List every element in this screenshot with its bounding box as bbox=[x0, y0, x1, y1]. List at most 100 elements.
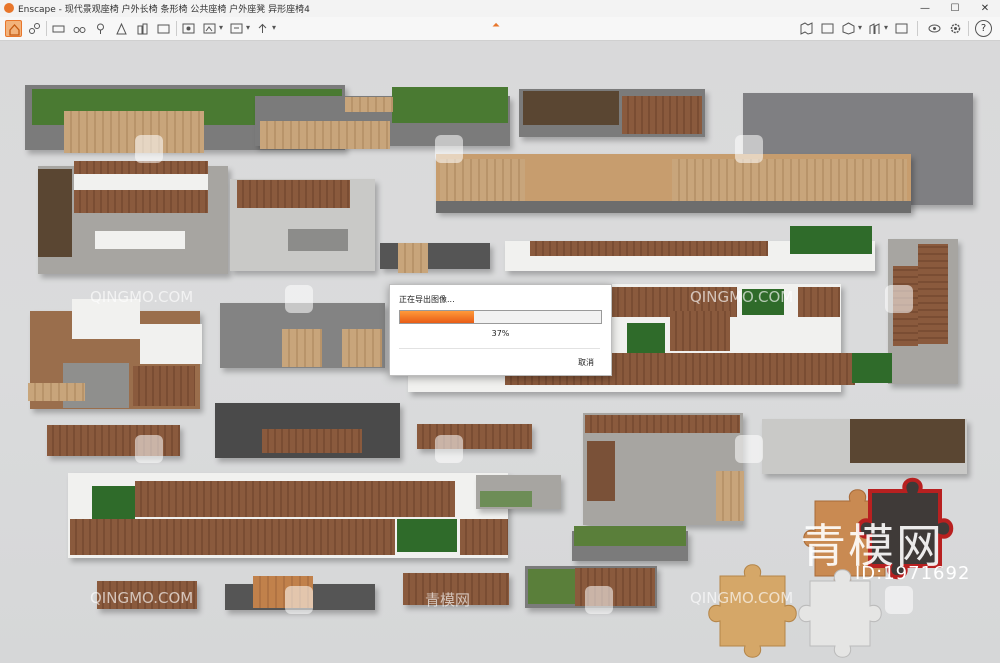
bench-model bbox=[436, 201, 911, 213]
bench-model bbox=[140, 324, 202, 364]
watermark-text: QINGMO.COM bbox=[690, 288, 794, 306]
visibility-button[interactable] bbox=[926, 20, 943, 37]
bench-model bbox=[342, 329, 382, 367]
export-message: 正在导出图像... bbox=[399, 295, 455, 304]
chevron-down-icon[interactable]: ▾ bbox=[219, 23, 223, 32]
bench-model bbox=[850, 419, 965, 463]
bench-model bbox=[392, 87, 508, 123]
bench-model bbox=[918, 244, 948, 344]
batch-render-button[interactable] bbox=[201, 20, 218, 37]
watermark-logo-icon bbox=[435, 435, 463, 463]
screenshot-button[interactable] bbox=[180, 20, 197, 37]
cancel-button[interactable]: 取消 bbox=[578, 357, 594, 368]
watermark-logo-icon bbox=[135, 135, 163, 163]
bench-model bbox=[622, 96, 702, 134]
views-button[interactable] bbox=[819, 20, 836, 37]
pin-button[interactable] bbox=[92, 20, 109, 37]
bench-model bbox=[398, 243, 428, 273]
bench-model bbox=[528, 569, 576, 604]
bench-model bbox=[587, 441, 615, 501]
maximize-button[interactable]: ☐ bbox=[940, 0, 970, 17]
upload-button[interactable] bbox=[254, 20, 271, 37]
progress-percent: 37% bbox=[491, 329, 510, 338]
settings-button[interactable] bbox=[947, 20, 964, 37]
watermark-logo-icon bbox=[285, 586, 313, 614]
link-button[interactable] bbox=[26, 20, 43, 37]
enscape-logo-icon bbox=[4, 3, 14, 13]
bench-model bbox=[380, 243, 490, 269]
settings-panel-button[interactable] bbox=[893, 20, 910, 37]
export-button[interactable] bbox=[228, 20, 245, 37]
objects-button[interactable] bbox=[840, 20, 857, 37]
chevron-down-icon[interactable]: ▾ bbox=[246, 23, 250, 32]
bench-model bbox=[672, 159, 907, 201]
help-button[interactable]: ? bbox=[975, 20, 992, 37]
asset-library-icon bbox=[116, 22, 127, 35]
upload-icon bbox=[258, 23, 267, 33]
materials-icon bbox=[869, 23, 880, 34]
collapse-toolbar-icon[interactable]: ⏶ bbox=[492, 20, 500, 31]
watermark-logo-icon bbox=[285, 285, 313, 313]
watermark-logo-icon bbox=[735, 435, 763, 463]
eye-icon bbox=[928, 24, 941, 33]
bench-model bbox=[262, 429, 362, 453]
bench-model bbox=[790, 226, 872, 254]
progress-bar bbox=[399, 310, 602, 324]
bench-model bbox=[530, 241, 768, 256]
bench-model bbox=[670, 311, 730, 351]
screenshot-icon bbox=[182, 23, 195, 34]
window-title: Enscape - 现代景观座椅 户外长椅 条形椅 公共座椅 户外座凳 异形座椅… bbox=[18, 5, 310, 15]
video-icon bbox=[157, 24, 170, 34]
export-progress-dialog: 正在导出图像... 37% 取消 bbox=[389, 284, 612, 376]
chevron-down-icon[interactable]: ▾ bbox=[884, 23, 888, 32]
map-button[interactable] bbox=[798, 20, 815, 37]
asset-button[interactable] bbox=[113, 20, 130, 37]
bench-model bbox=[345, 97, 393, 112]
bench-model bbox=[798, 287, 840, 317]
title-bar: Enscape - 现代景观座椅 户外长椅 条形椅 公共座椅 户外座凳 异形座椅… bbox=[0, 0, 1000, 18]
bench-model bbox=[282, 329, 322, 367]
watermark-text: QINGMO.COM bbox=[90, 288, 194, 306]
bench-model bbox=[397, 519, 457, 552]
export-icon bbox=[230, 23, 243, 34]
bench-model bbox=[260, 121, 390, 149]
bench-model bbox=[92, 486, 135, 521]
bench-model bbox=[288, 229, 348, 251]
chevron-down-icon[interactable]: ▾ bbox=[272, 23, 276, 32]
pin-icon bbox=[97, 23, 104, 34]
bench-model bbox=[95, 231, 185, 249]
materials-button[interactable] bbox=[866, 20, 883, 37]
gear-icon bbox=[950, 23, 961, 34]
watermark-logo-icon bbox=[885, 285, 913, 313]
progress-fill bbox=[400, 311, 475, 323]
360-button[interactable] bbox=[50, 20, 67, 37]
watermark-logo-icon bbox=[135, 435, 163, 463]
views-icon bbox=[821, 23, 834, 34]
bench-model bbox=[74, 174, 208, 190]
toolbar: ▾ ▾ ▾ ▾ ▾ ? bbox=[0, 17, 1000, 41]
bench-model bbox=[460, 519, 508, 555]
bench-model bbox=[585, 415, 740, 433]
settings-panel-icon bbox=[895, 23, 908, 34]
bench-model bbox=[70, 519, 395, 555]
watermark-text: QINGMO.COM bbox=[90, 589, 194, 607]
dialog-divider bbox=[399, 348, 600, 349]
bench-model bbox=[237, 180, 350, 208]
chevron-down-icon[interactable]: ▾ bbox=[858, 23, 862, 32]
bench-model bbox=[38, 169, 72, 257]
buildings-icon bbox=[137, 23, 148, 35]
binoculars-button[interactable] bbox=[71, 20, 88, 37]
watermark-text: QINGMO.COM bbox=[690, 589, 794, 607]
home-button[interactable] bbox=[5, 20, 22, 37]
bench-model bbox=[133, 366, 195, 406]
bench-model bbox=[852, 353, 892, 383]
close-button[interactable]: ✕ bbox=[970, 0, 1000, 17]
video-button[interactable] bbox=[155, 20, 172, 37]
bench-model bbox=[574, 526, 686, 546]
map-icon bbox=[800, 22, 813, 35]
buildings-button[interactable] bbox=[134, 20, 151, 37]
bench-model bbox=[28, 383, 85, 401]
bench-model bbox=[64, 111, 204, 153]
minimize-button[interactable]: — bbox=[910, 0, 940, 17]
batch-render-icon bbox=[203, 23, 216, 34]
